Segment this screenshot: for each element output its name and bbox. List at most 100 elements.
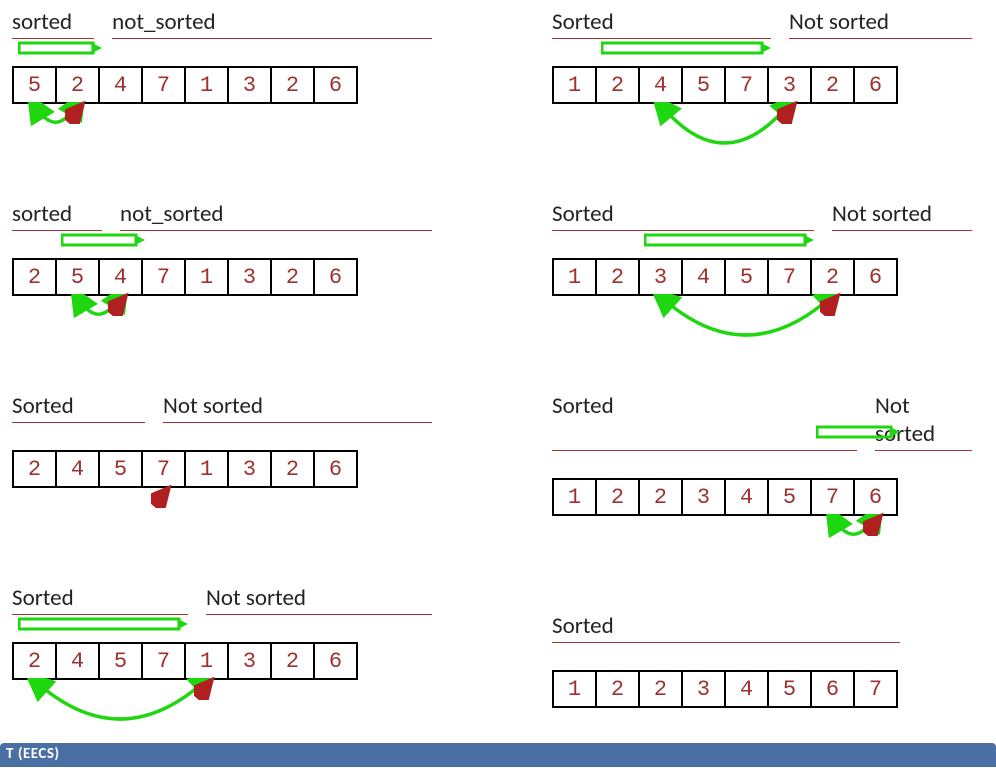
array-cell: 7 <box>141 258 186 296</box>
advance-arrow-icon <box>18 616 190 632</box>
sort-step: Sorted 12234567 <box>552 612 972 708</box>
array-cell: 1 <box>552 670 597 708</box>
array-cell: 4 <box>55 642 100 680</box>
footer-strip: T (EECS) <box>0 743 996 767</box>
sorted-label: Sorted <box>552 200 810 228</box>
step-labels: Sorted <box>552 612 972 640</box>
array-row: 24571326 <box>12 450 432 488</box>
step-labels: sorted not_sorted <box>12 200 432 228</box>
array-cell: 6 <box>853 478 898 516</box>
array-cell: 6 <box>313 66 358 104</box>
array-cell: 3 <box>227 66 272 104</box>
current-pointer-icon <box>863 512 887 536</box>
array-cell: 6 <box>313 642 358 680</box>
array-row: 12457326 <box>552 66 972 104</box>
not-sorted-label: Not sorted <box>789 8 972 36</box>
advance-arrow-icon <box>18 40 104 56</box>
not-sorted-label: not_sorted <box>112 8 432 36</box>
array-cell: 1 <box>184 642 229 680</box>
array-cell: 7 <box>767 258 812 296</box>
array-cell: 7 <box>141 450 186 488</box>
array-cell: 3 <box>227 450 272 488</box>
array-cell: 5 <box>767 478 812 516</box>
current-pointer-icon <box>108 292 132 316</box>
sorted-label: Sorted <box>552 612 896 640</box>
sorted-label: Sorted <box>552 392 853 448</box>
array-row: 25471326 <box>12 258 432 296</box>
array-cell: 2 <box>595 66 640 104</box>
array-cell: 6 <box>313 450 358 488</box>
right-column: Sorted Not sorted 12457326 <box>552 8 972 776</box>
step-labels: Sorted Not sorted <box>552 200 972 228</box>
sorted-label: Sorted <box>12 392 141 420</box>
below-arrows <box>12 296 432 340</box>
array-cell: 4 <box>98 258 143 296</box>
sorted-label: sorted <box>12 200 98 228</box>
below-arrows <box>552 104 972 148</box>
array-cell: 2 <box>12 642 57 680</box>
array-cell: 4 <box>724 478 769 516</box>
array-cell: 5 <box>12 66 57 104</box>
array-cell: 7 <box>141 642 186 680</box>
advance-arrow-icon <box>816 424 902 440</box>
step-labels: Sorted Not sorted <box>552 392 972 448</box>
array-cell: 5 <box>98 642 143 680</box>
array-row: 12234567 <box>552 670 972 708</box>
diagram-root: sorted not_sorted 52471326 <box>12 8 984 776</box>
array-cell: 1 <box>552 258 597 296</box>
array-cell: 2 <box>12 450 57 488</box>
array-cell: 7 <box>724 66 769 104</box>
array-row: 12234576 <box>552 478 972 516</box>
step-labels: Sorted Not sorted <box>12 584 432 612</box>
advance-arrow-icon <box>601 40 773 56</box>
sorted-label: Sorted <box>12 584 184 612</box>
array-row: 12345726 <box>552 258 972 296</box>
array-cell: 3 <box>767 66 812 104</box>
current-pointer-icon <box>194 676 218 700</box>
array-cell: 5 <box>724 258 769 296</box>
array-cell: 1 <box>184 258 229 296</box>
array-cell: 2 <box>12 258 57 296</box>
sort-step: Sorted Not sorted 12345726 <box>552 200 972 340</box>
advance-arrow-icon <box>61 232 147 248</box>
array-cell: 2 <box>595 478 640 516</box>
array-cell: 5 <box>767 670 812 708</box>
array-cell: 2 <box>270 642 315 680</box>
below-arrows <box>552 516 972 560</box>
array-cell: 4 <box>98 66 143 104</box>
current-pointer-icon <box>820 292 844 316</box>
step-labels: Sorted Not sorted <box>552 8 972 36</box>
sort-step: Sorted Not sorted 12234576 <box>552 392 972 560</box>
sorted-label: sorted <box>12 8 90 36</box>
array-cell: 6 <box>853 258 898 296</box>
array-cell: 3 <box>681 478 726 516</box>
sort-step: Sorted Not sorted 24571326 <box>12 392 432 532</box>
below-arrows <box>552 296 972 340</box>
array-cell: 7 <box>141 66 186 104</box>
array-cell: 3 <box>638 258 683 296</box>
array-cell: 5 <box>55 258 100 296</box>
array-cell: 7 <box>810 478 855 516</box>
array-cell: 1 <box>552 478 597 516</box>
sort-step: Sorted Not sorted 12457326 <box>552 8 972 148</box>
below-arrows <box>12 488 432 532</box>
array-cell: 6 <box>853 66 898 104</box>
array-cell: 1 <box>184 450 229 488</box>
array-cell: 4 <box>55 450 100 488</box>
array-cell: 2 <box>270 258 315 296</box>
array-cell: 6 <box>810 670 855 708</box>
not-sorted-label: Not sorted <box>832 200 972 228</box>
step-labels: Sorted Not sorted <box>12 392 432 420</box>
current-pointer-icon <box>151 484 175 508</box>
array-cell: 2 <box>595 670 640 708</box>
array-cell: 4 <box>638 66 683 104</box>
array-cell: 2 <box>810 66 855 104</box>
array-cell: 7 <box>853 670 898 708</box>
not-sorted-label: Not sorted <box>163 392 432 420</box>
array-cell: 2 <box>270 450 315 488</box>
current-pointer-icon <box>65 100 89 124</box>
array-row: 52471326 <box>12 66 432 104</box>
sort-step: Sorted Not sorted 24571326 <box>12 584 432 724</box>
array-cell: 6 <box>313 258 358 296</box>
array-cell: 4 <box>681 258 726 296</box>
